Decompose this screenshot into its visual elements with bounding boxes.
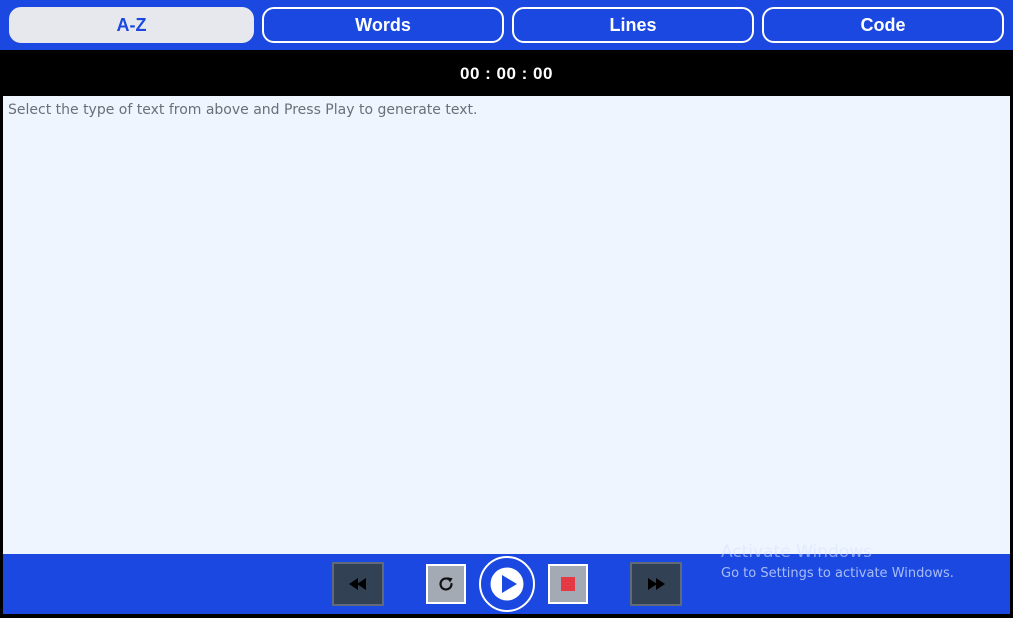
rewind-button[interactable] [332,562,384,606]
fast-forward-icon [648,578,665,590]
play-button[interactable] [479,556,535,612]
tab-code[interactable]: Code [762,7,1004,43]
playback-controls [3,554,1010,614]
timer-bar: 00 : 00 : 00 [0,50,1013,96]
typing-app: A-Z Words Lines Code 00 : 00 : 00 Select… [0,0,1013,618]
fast-forward-button[interactable] [630,562,682,606]
stop-button[interactable] [548,564,588,604]
timer-display: 00 : 00 : 00 [460,64,553,83]
restart-button[interactable] [426,564,466,604]
play-icon [490,567,524,601]
tab-bar: A-Z Words Lines Code [0,0,1013,50]
stop-icon [561,577,575,591]
text-display-area[interactable]: Select the type of text from above and P… [3,96,1010,554]
restart-icon [439,577,453,591]
prompt-text: Select the type of text from above and P… [8,102,478,118]
tab-words[interactable]: Words [262,7,504,43]
tab-lines[interactable]: Lines [512,7,754,43]
tab-a-z[interactable]: A-Z [9,7,254,43]
rewind-icon [349,578,366,590]
